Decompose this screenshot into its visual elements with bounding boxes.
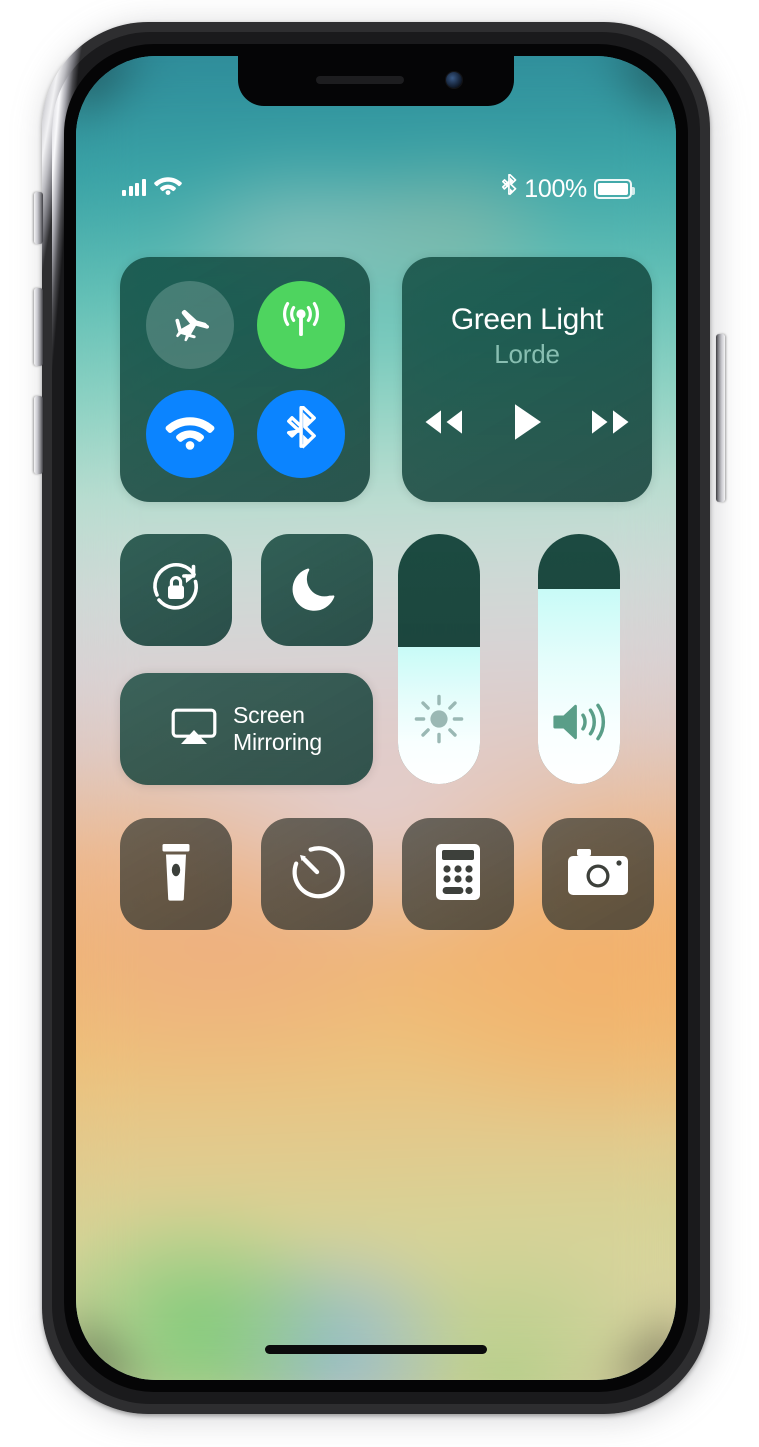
moon-icon [290,561,344,620]
notch [238,56,514,106]
device-screen: 100% Green Light Lorde Screen Mirroring [76,56,676,1380]
calculator-icon [435,843,481,906]
screen-mirroring-line1: Screen [233,702,305,729]
brightness-slider[interactable] [398,534,480,784]
now-playing-module[interactable]: Green Light Lorde [402,257,652,502]
volume-slider-fill [538,589,620,784]
now-playing-artist: Lorde [494,338,560,369]
connectivity-grid [120,257,370,502]
cellular-data-toggle[interactable] [256,281,345,370]
wifi-toggle[interactable] [145,389,234,478]
rotation-lock-toggle[interactable] [120,534,232,646]
rotation-lock-icon [145,557,207,624]
volume-icon [551,698,607,746]
media-controls [419,402,635,442]
screen-mirroring-line2: Mirroring [233,729,322,755]
side-power-button[interactable] [716,334,725,502]
volume-slider[interactable] [538,534,620,784]
brightness-icon [412,692,466,746]
battery-icon [594,179,635,199]
wifi-icon [153,174,182,200]
front-camera-icon [446,72,462,88]
flashlight-icon [155,842,197,907]
volume-up-button[interactable] [34,288,43,366]
battery-cap [632,187,635,195]
play-button[interactable] [511,402,543,442]
airplane-icon [167,300,213,351]
screen-mirroring-label: Screen Mirroring [233,702,322,755]
volume-down-button[interactable] [34,396,43,474]
timer-icon [288,843,346,906]
bluetooth-toggle[interactable] [256,389,345,478]
status-bar: 100% [76,173,676,204]
bluetooth-status-icon [501,173,517,204]
battery-percentage-label: 100% [524,174,587,203]
cellular-antenna-icon [276,298,326,353]
status-bar-right: 100% [501,173,635,204]
cellular-signal-icon [122,178,146,196]
airplane-mode-toggle[interactable] [145,281,234,370]
connectivity-module[interactable] [120,257,370,502]
calculator-shortcut[interactable] [402,818,514,930]
screenshot-root: 100% Green Light Lorde Screen Mirroring [0,0,759,1447]
rewind-button[interactable] [419,406,467,438]
bluetooth-icon [285,406,317,461]
flashlight-shortcut[interactable] [120,818,232,930]
status-bar-left [122,174,182,200]
home-indicator[interactable] [265,1345,487,1354]
airplay-screen-icon [171,707,217,752]
now-playing-title: Green Light [450,303,604,336]
fast-forward-button[interactable] [587,406,635,438]
screen-mirroring-button[interactable]: Screen Mirroring [120,673,373,785]
battery-fill [598,183,628,195]
wifi-icon [165,412,215,455]
earpiece-speaker-icon [316,76,404,84]
timer-shortcut[interactable] [261,818,373,930]
ringer-switch-button[interactable] [34,192,43,244]
camera-icon [567,847,629,902]
camera-shortcut[interactable] [542,818,654,930]
do-not-disturb-toggle[interactable] [261,534,373,646]
